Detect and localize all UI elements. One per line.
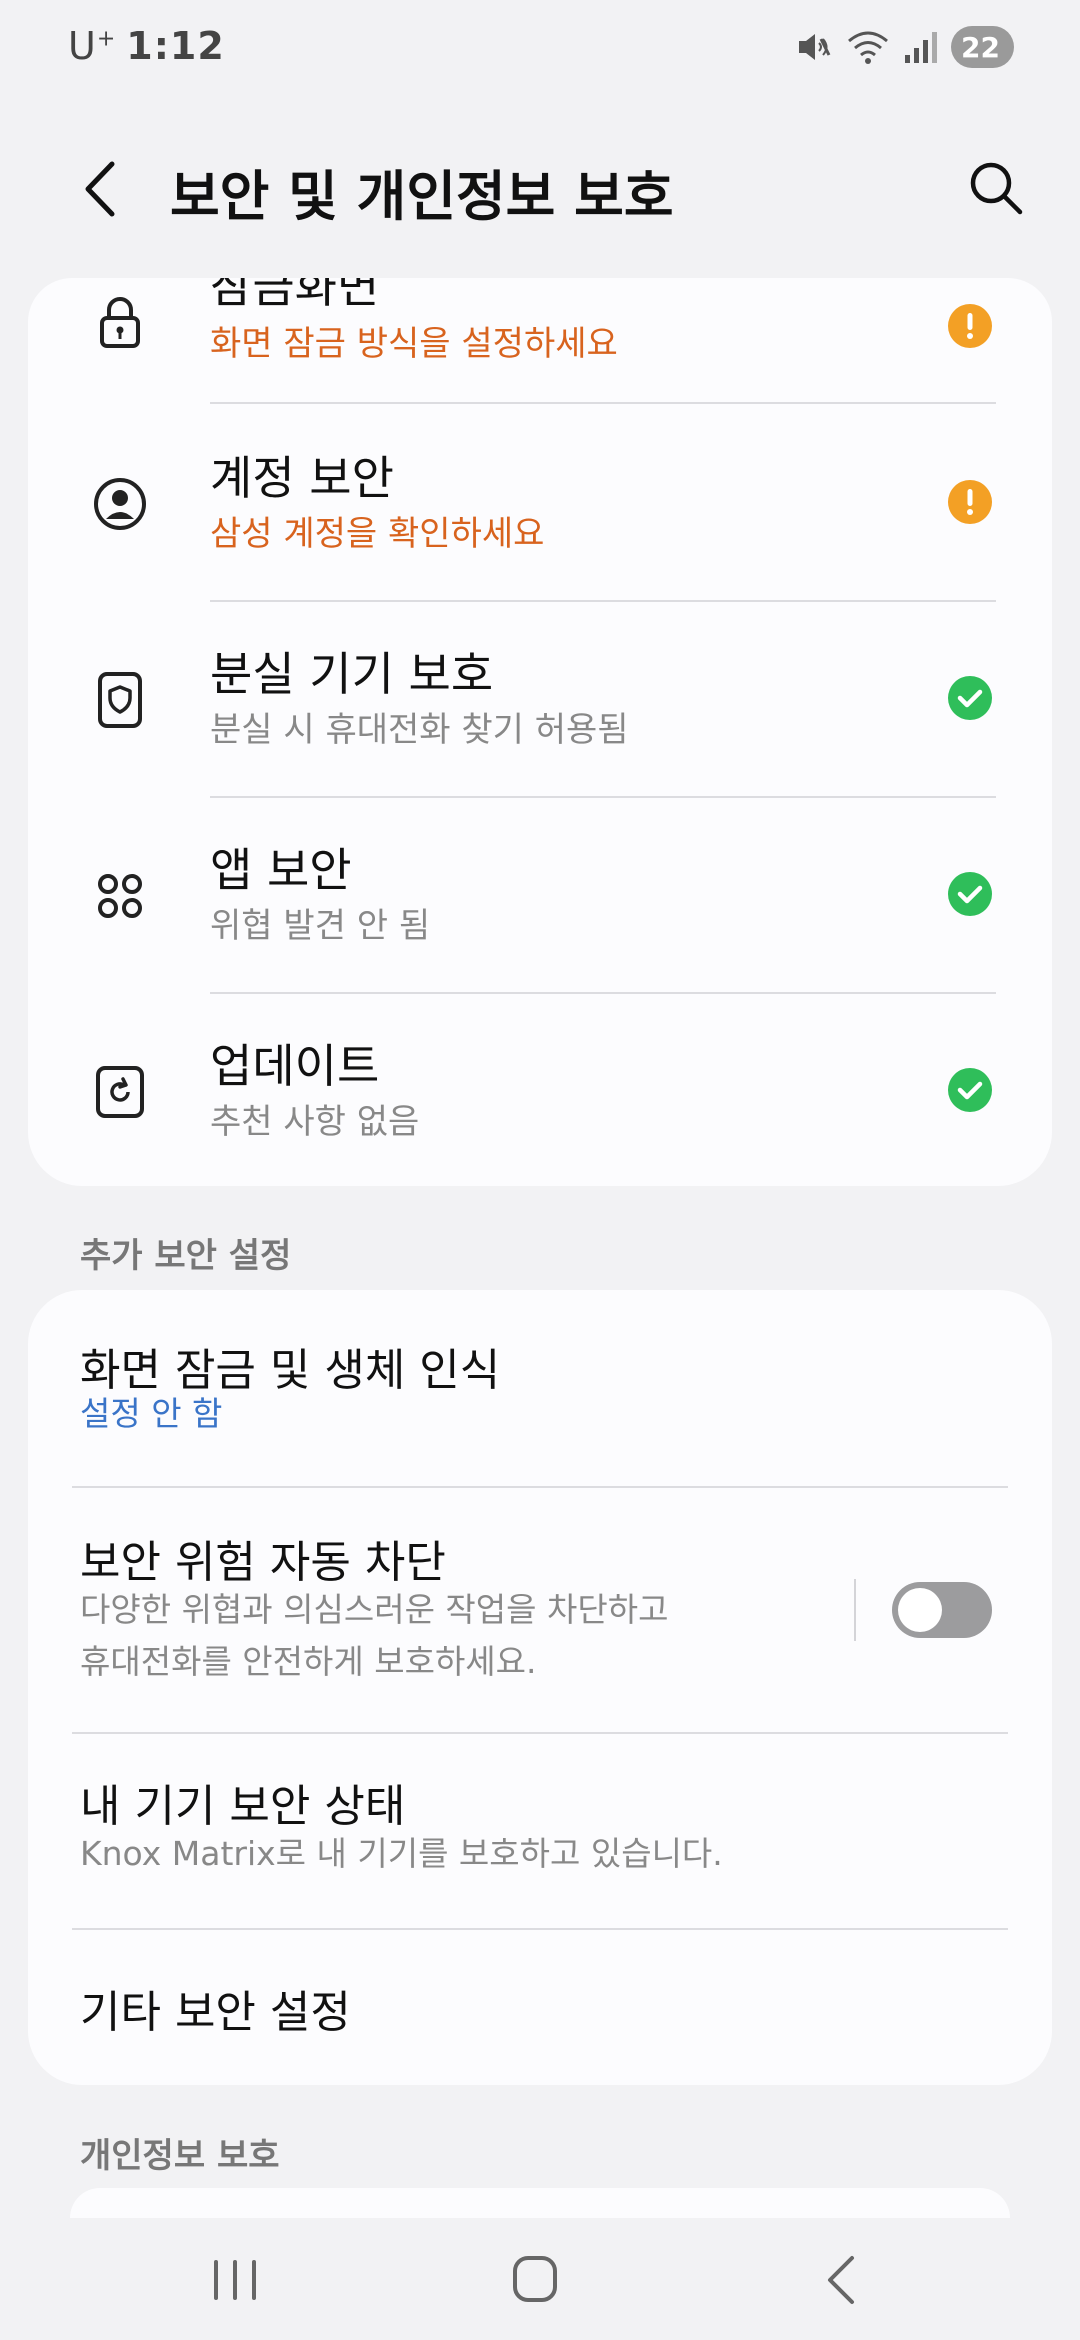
item-subtitle: Knox Matrix로 내 기기를 보호하고 있습니다. xyxy=(80,1834,723,1873)
item-title: 분실 기기 보호 xyxy=(210,647,494,701)
app-bar: 보안 및 개인정보 보호 xyxy=(0,130,1080,246)
home-icon[interactable] xyxy=(500,2250,570,2310)
carrier-time: U+ 1:12 xyxy=(68,24,225,68)
check-icon xyxy=(948,676,992,720)
list-item-device-security-status[interactable]: 내 기기 보안 상태 Knox Matrix로 내 기기를 보호하고 있습니다. xyxy=(28,1734,1052,1928)
search-icon[interactable] xyxy=(966,158,1026,218)
navigation-bar xyxy=(0,2220,1080,2340)
auto-blocker-toggle[interactable] xyxy=(892,1582,992,1638)
list-item-other-security[interactable]: 기타 보안 설정 xyxy=(28,1930,1052,2085)
section-header-additional: 추가 보안 설정 xyxy=(80,1236,292,1276)
item-title: 내 기기 보안 상태 xyxy=(80,1781,406,1832)
item-subtitle-line1: 다양한 위협과 의심스러운 작업을 차단하고 xyxy=(80,1590,669,1629)
recent-apps-icon[interactable] xyxy=(200,2250,270,2310)
item-title: 기타 보안 설정 xyxy=(80,1987,351,2038)
apps-icon xyxy=(98,874,142,918)
list-item-app-security[interactable]: 앱 보안 위협 발견 안 됨 xyxy=(28,796,1052,992)
item-subtitle: 화면 잠금 방식을 설정하세요 xyxy=(210,324,618,364)
back-arrow-icon[interactable] xyxy=(70,154,134,224)
battery-indicator: 22 xyxy=(951,26,1014,68)
list-item-lock-screen[interactable]: 잠금화면 화면 잠금 방식을 설정하세요 xyxy=(28,278,1052,416)
additional-security-card: 화면 잠금 및 생체 인식 설정 안 함 보안 위험 자동 차단 다양한 위협과… xyxy=(28,1290,1052,2085)
item-title: 앱 보안 xyxy=(210,843,352,897)
carrier-plus: + xyxy=(96,26,117,52)
signal-icon xyxy=(905,32,938,63)
toggle-knob xyxy=(898,1588,942,1632)
item-subtitle: 추천 사항 없음 xyxy=(210,1102,420,1142)
update-icon xyxy=(96,1066,144,1118)
list-item-screen-lock-biometrics[interactable]: 화면 잠금 및 생체 인식 설정 안 함 xyxy=(28,1290,1052,1486)
warning-icon xyxy=(948,480,992,524)
item-subtitle-line2: 휴대전화를 안전하게 보호하세요. xyxy=(80,1642,537,1681)
list-item-auto-blocker[interactable]: 보안 위험 자동 차단 다양한 위협과 의심스러운 작업을 차단하고 휴대전화를… xyxy=(28,1488,1052,1732)
list-item-lost-device[interactable]: 분실 기기 보호 분실 시 휴대전화 찾기 허용됨 xyxy=(28,600,1052,796)
item-title: 업데이트 xyxy=(210,1039,380,1093)
back-icon[interactable] xyxy=(806,2250,876,2310)
item-subtitle: 삼성 계정을 확인하세요 xyxy=(210,514,545,554)
list-item-account-security[interactable]: 계정 보안 삼성 계정을 확인하세요 xyxy=(28,404,1052,600)
status-bar: U+ 1:12 22 xyxy=(0,0,1080,96)
item-title: 보안 위험 자동 차단 xyxy=(80,1537,446,1588)
privacy-card xyxy=(70,2188,1010,2218)
vertical-separator xyxy=(854,1579,856,1641)
mute-icon xyxy=(799,34,831,60)
item-subtitle: 분실 시 휴대전화 찾기 허용됨 xyxy=(210,710,629,750)
account-icon xyxy=(94,478,146,530)
clock: 1:12 xyxy=(126,24,225,68)
section-header-privacy: 개인정보 보호 xyxy=(80,2136,280,2176)
check-icon xyxy=(948,872,992,916)
security-status-card: 잠금화면 화면 잠금 방식을 설정하세요 계정 보안 삼성 계정을 확인하세요 … xyxy=(28,278,1052,1186)
item-subtitle: 위협 발견 안 됨 xyxy=(210,906,431,946)
warning-icon xyxy=(948,304,992,348)
item-title: 계정 보안 xyxy=(210,451,394,505)
shield-icon xyxy=(98,672,142,728)
item-title: 잠금화면 xyxy=(210,278,380,313)
item-subtitle: 설정 안 함 xyxy=(80,1394,223,1433)
wifi-icon xyxy=(848,31,888,64)
carrier-label: U xyxy=(68,24,97,68)
list-item-updates[interactable]: 업데이트 추천 사항 없음 xyxy=(28,992,1052,1186)
lock-icon xyxy=(100,297,140,348)
check-icon xyxy=(948,1068,992,1112)
status-icons: 22 xyxy=(793,26,1014,68)
page-title: 보안 및 개인정보 보호 xyxy=(170,165,674,228)
